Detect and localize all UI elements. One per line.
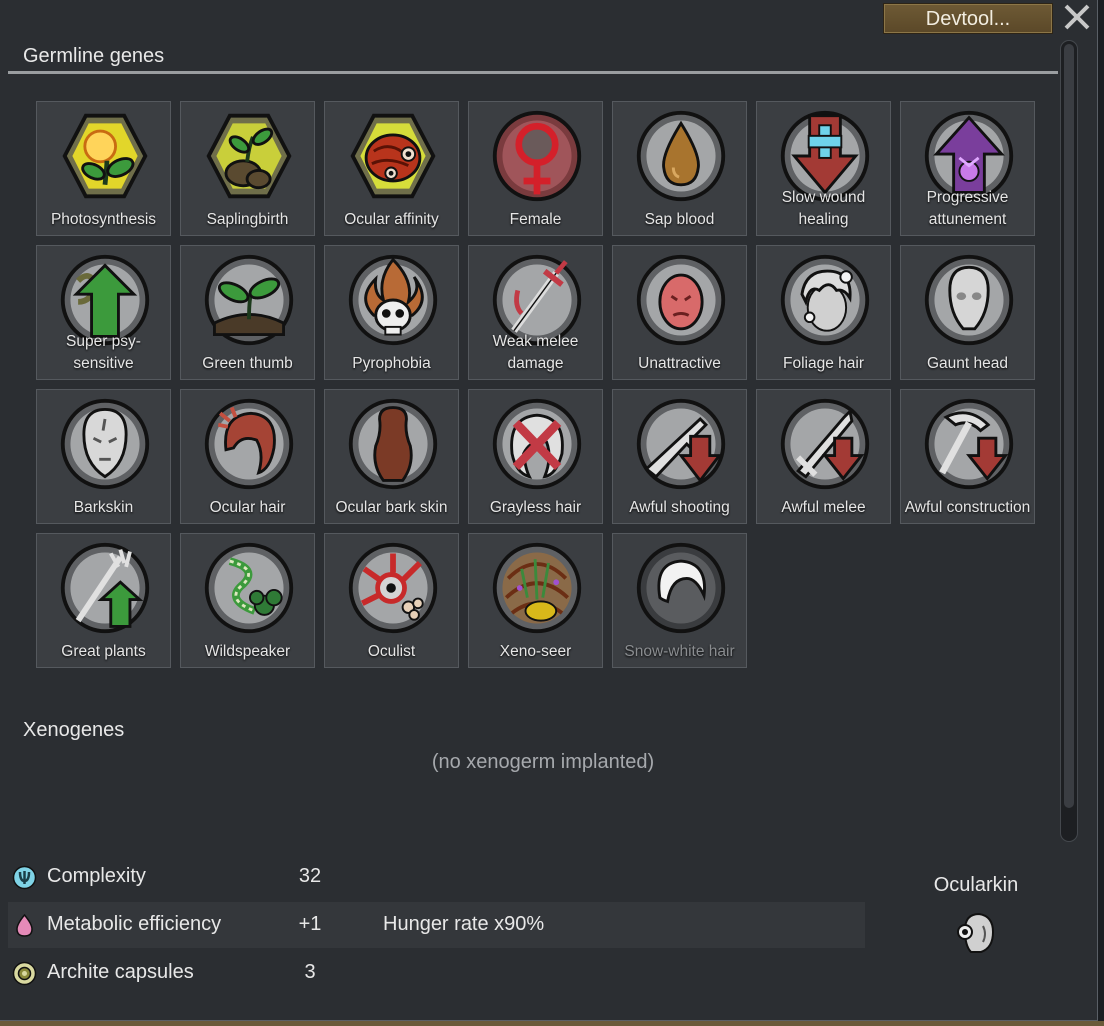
close-icon[interactable]: [1062, 2, 1092, 32]
gene-label: Xeno-seer: [499, 643, 572, 660]
scrollbar-thumb[interactable]: [1064, 44, 1074, 808]
map-background-strip: [0, 1021, 1104, 1026]
complexity-row: Complexity 32: [8, 854, 865, 900]
gene-label: Oculist: [367, 643, 416, 660]
genes-window: Devtool... Germline genes Photosynthesis: [0, 0, 1098, 1021]
gene-tile-ocular-bark-skin[interactable]: Ocular bark skin: [324, 389, 459, 524]
gene-tile-xeno-seer[interactable]: Xeno-seer: [468, 533, 603, 668]
gene-label: Awful shooting: [629, 499, 730, 516]
pyrophobia-icon: [348, 254, 438, 346]
ocular-hair-icon: [204, 398, 294, 490]
no-xenogerm-text: (no xenogerm implanted): [431, 751, 655, 773]
saplingbirth-icon: [206, 113, 292, 199]
gene-label: Progressive attunement: [926, 189, 1009, 228]
barkskin-icon: [60, 398, 150, 490]
gene-label: Wildspeaker: [204, 643, 291, 660]
snow-white-hair-icon: [636, 542, 726, 634]
awful-construction-icon: [924, 398, 1014, 490]
gene-tile-weak-melee-damage[interactable]: Weak melee damage: [468, 245, 603, 380]
great-plants-icon: [60, 542, 150, 634]
gene-label: Slow wound healing: [781, 189, 866, 228]
gene-tile-ocular-hair[interactable]: Ocular hair: [180, 389, 315, 524]
gene-label: Weak melee damage: [492, 333, 579, 372]
gene-tile-oculist[interactable]: Oculist: [324, 533, 459, 668]
xenotype-name: Ocularkin: [933, 874, 1019, 896]
metabolic-row: Metabolic efficiency +1 Hunger rate x90%: [8, 902, 865, 948]
ocularkin-icon[interactable]: [953, 910, 999, 956]
devtool-button[interactable]: Devtool...: [883, 3, 1053, 34]
gene-tile-barkskin[interactable]: Barkskin: [36, 389, 171, 524]
gene-tile-female[interactable]: Female: [468, 101, 603, 236]
ocular-bark-skin-icon: [348, 398, 438, 490]
gene-tile-gaunt-head[interactable]: Gaunt head: [900, 245, 1035, 380]
gene-tile-great-plants[interactable]: Great plants: [36, 533, 171, 668]
gene-label: Ocular hair: [209, 499, 286, 516]
gene-tile-slow-wound-healing[interactable]: Slow wound healing: [756, 101, 891, 236]
oculist-icon: [348, 542, 438, 634]
gene-label: Grayless hair: [489, 499, 582, 516]
gene-tile-unattractive[interactable]: Unattractive: [612, 245, 747, 380]
gene-tile-super-psy-sensitive[interactable]: Super psy-sensitive: [36, 245, 171, 380]
gene-label: Barkskin: [73, 499, 134, 516]
photosynthesis-icon: [62, 113, 148, 199]
gene-label: Foliage hair: [783, 355, 864, 372]
archite-label: Archite capsules: [47, 961, 194, 983]
gene-tile-grayless-hair[interactable]: Grayless hair: [468, 389, 603, 524]
germline-gene-grid: Photosynthesis Saplingbirth Ocular affin…: [36, 101, 1036, 668]
gene-tile-wildspeaker[interactable]: Wildspeaker: [180, 533, 315, 668]
gene-tile-awful-melee[interactable]: Awful melee: [756, 389, 891, 524]
xenogenes-title: Xenogenes: [23, 719, 125, 741]
awful-melee-icon: [780, 398, 870, 490]
gene-label: Gaunt head: [926, 355, 1008, 372]
metabolic-value: +1: [298, 913, 322, 935]
gene-label: Ocular bark skin: [335, 499, 448, 516]
gene-label: Unattractive: [638, 355, 721, 372]
gene-tile-ocular-affinity[interactable]: Ocular affinity: [324, 101, 459, 236]
gene-label: Awful melee: [781, 499, 866, 516]
awful-shooting-icon: [636, 398, 726, 490]
gene-label: Great plants: [61, 643, 146, 660]
gene-tile-foliage-hair[interactable]: Foliage hair: [756, 245, 891, 380]
gene-tile-sap-blood[interactable]: Sap blood: [612, 101, 747, 236]
gene-label: Female: [509, 211, 562, 228]
complexity-icon: [12, 865, 37, 890]
gaunt-head-icon: [924, 254, 1014, 346]
complexity-value: 32: [298, 865, 322, 887]
archite-row: Archite capsules 3: [8, 950, 865, 996]
foliage-hair-icon: [780, 254, 870, 346]
female-icon: [492, 110, 582, 202]
hunger-rate-text: Hunger rate x90%: [383, 913, 545, 935]
ocular-affinity-icon: [350, 113, 436, 199]
gene-tile-awful-construction[interactable]: Awful construction: [900, 389, 1035, 524]
green-thumb-icon: [204, 254, 294, 346]
archite-capsule-icon: [12, 961, 37, 986]
gene-tile-progressive-attunement[interactable]: Progressive attunement: [900, 101, 1035, 236]
gene-tile-photosynthesis[interactable]: Photosynthesis: [36, 101, 171, 236]
sap-blood-icon: [636, 110, 726, 202]
section-divider: [8, 71, 1058, 74]
xeno-seer-icon: [492, 542, 582, 634]
gene-label: Pyrophobia: [352, 355, 431, 372]
gene-label: Super psy-sensitive: [66, 333, 141, 372]
gene-label: Sap blood: [644, 211, 715, 228]
gene-label: Ocular affinity: [344, 211, 439, 228]
germline-title: Germline genes: [23, 45, 165, 67]
metabolic-label: Metabolic efficiency: [47, 913, 222, 935]
complexity-label: Complexity: [47, 865, 146, 887]
gene-tile-pyrophobia[interactable]: Pyrophobia: [324, 245, 459, 380]
grayless-hair-icon: [492, 398, 582, 490]
metabolic-icon: [16, 913, 33, 937]
gene-label: Snow-white hair: [624, 643, 735, 660]
gene-tile-snow-white-hair[interactable]: Snow-white hair: [612, 533, 747, 668]
archite-value: 3: [304, 961, 316, 983]
gene-tile-saplingbirth[interactable]: Saplingbirth: [180, 101, 315, 236]
gene-tile-green-thumb[interactable]: Green thumb: [180, 245, 315, 380]
wildspeaker-icon: [204, 542, 294, 634]
unattractive-icon: [636, 254, 726, 346]
gene-label: Awful construction: [904, 499, 1031, 516]
gene-label: Green thumb: [202, 355, 293, 372]
gene-label: Photosynthesis: [50, 211, 157, 228]
gene-label: Saplingbirth: [206, 211, 289, 228]
gene-tile-awful-shooting[interactable]: Awful shooting: [612, 389, 747, 524]
